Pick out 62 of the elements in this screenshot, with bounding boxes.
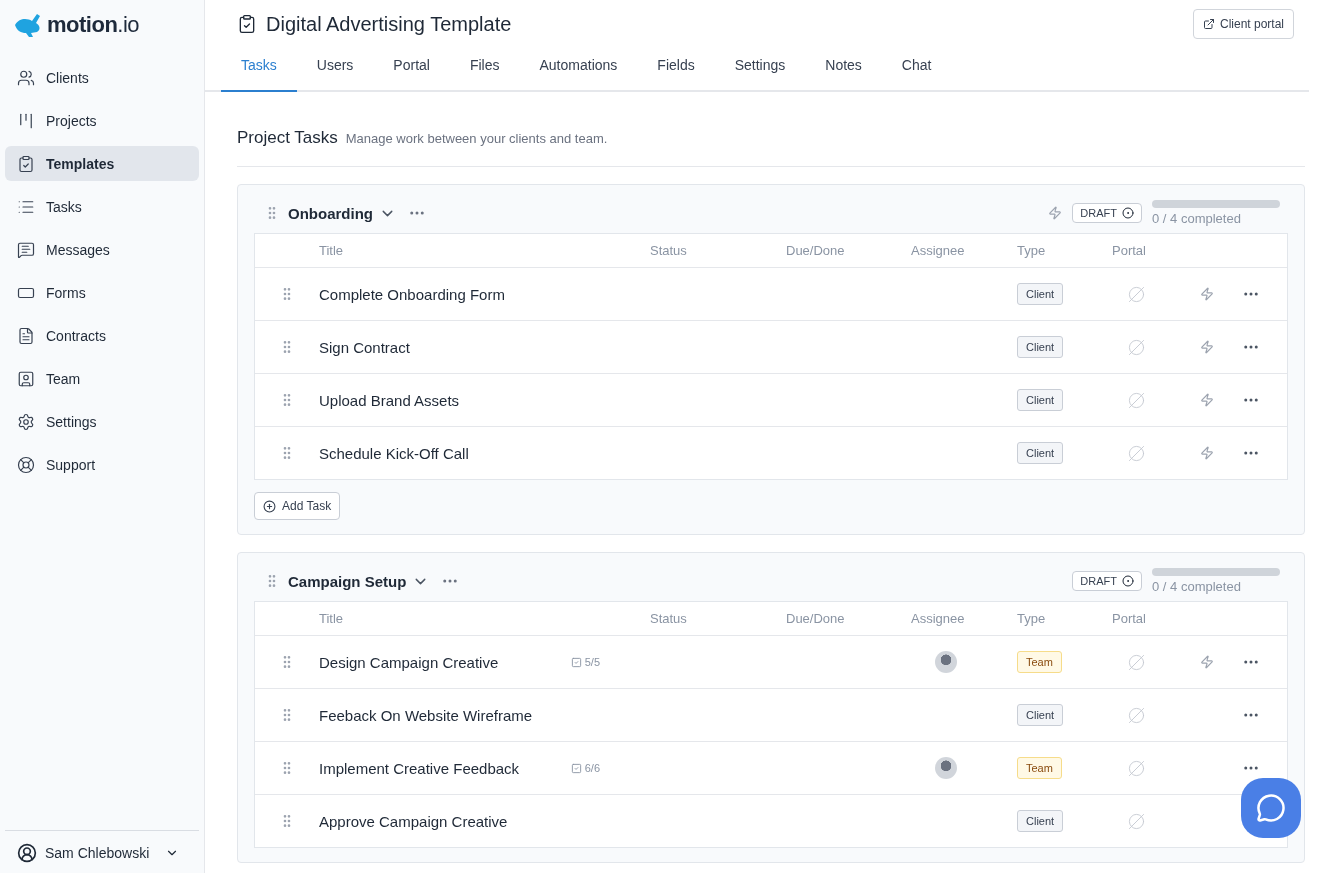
group-title[interactable]: Campaign Setup [288, 572, 407, 590]
tab[interactable]: Chat [881, 45, 952, 92]
sidebar-item[interactable]: Tasks [5, 189, 199, 224]
type-tag: Team [1017, 757, 1062, 779]
task-title[interactable]: Design Campaign Creative [319, 653, 499, 671]
type-tag: Client [1017, 442, 1064, 464]
status-badge[interactable]: DRAFT [1072, 203, 1142, 223]
brand-logo: motion.io [47, 12, 140, 38]
checklist-count: 6/6 [570, 762, 600, 774]
client-portal-button[interactable]: Client portal [1192, 9, 1294, 39]
column-header: Status [650, 611, 688, 626]
type-tag: Client [1017, 336, 1064, 358]
task-title[interactable]: Approve Campaign Creative [319, 812, 508, 830]
sidebar-item[interactable]: Clients [5, 60, 199, 95]
sidebar-item[interactable]: Contracts [5, 318, 199, 353]
column-header: Title [319, 611, 345, 626]
tab[interactable]: Settings [714, 45, 806, 92]
column-header: Status [650, 243, 688, 258]
status-badge[interactable]: DRAFT [1072, 571, 1142, 591]
group-title[interactable]: Onboarding [288, 204, 373, 222]
section-subtitle: Manage work between your clients and team. [345, 131, 608, 146]
checklist-count: 5/5 [570, 656, 600, 668]
sidebar-item[interactable]: Projects [5, 103, 199, 138]
tab[interactable]: Tasks [221, 45, 297, 92]
type-tag: Client [1017, 810, 1064, 832]
tab[interactable]: Fields [637, 45, 715, 92]
task-title[interactable]: Sign Contract [319, 338, 410, 356]
task-title[interactable]: Feeback On Website Wireframe [319, 706, 533, 724]
add-task-button[interactable]: Add Task [254, 492, 341, 520]
column-header: Portal [1112, 611, 1147, 626]
type-tag: Client [1017, 389, 1064, 411]
task-title[interactable]: Schedule Kick-Off Call [319, 444, 469, 462]
column-header: Type [1017, 611, 1047, 626]
tab[interactable]: Files [449, 45, 520, 92]
column-header: Due/Done [786, 611, 846, 626]
column-header: Due/Done [786, 243, 846, 258]
tab[interactable]: Users [296, 45, 374, 92]
type-tag: Client [1017, 704, 1064, 726]
column-header: Assignee [911, 611, 966, 626]
task-title[interactable]: Upload Brand Assets [319, 391, 460, 409]
task-title[interactable]: Complete Onboarding Form [319, 285, 505, 303]
column-header: Assignee [911, 243, 966, 258]
tab[interactable]: Notes [805, 45, 882, 92]
column-header: Type [1017, 243, 1047, 258]
sidebar-item[interactable]: Templates [5, 146, 199, 181]
sidebar-item[interactable]: Messages [5, 232, 199, 267]
section-title: Project Tasks [237, 128, 338, 148]
column-header: Portal [1112, 243, 1147, 258]
progress-text: 0 / 4 completed [1152, 211, 1242, 226]
sidebar-item[interactable]: Settings [5, 404, 199, 439]
sidebar-item[interactable]: Team [5, 361, 199, 396]
sidebar-item[interactable]: Support [5, 447, 199, 482]
tab[interactable]: Portal [373, 45, 450, 92]
task-title[interactable]: Implement Creative Feedback [319, 759, 520, 777]
user-menu[interactable]: Sam Chlebowski [5, 830, 199, 863]
progress-text: 0 / 4 completed [1152, 579, 1242, 594]
tab[interactable]: Automations [519, 45, 638, 92]
page-title: Digital Advertising Template [237, 12, 512, 36]
sidebar-item[interactable]: Forms [5, 275, 199, 310]
type-tag: Team [1017, 651, 1062, 673]
column-header: Title [319, 243, 345, 258]
type-tag: Client [1017, 283, 1064, 305]
